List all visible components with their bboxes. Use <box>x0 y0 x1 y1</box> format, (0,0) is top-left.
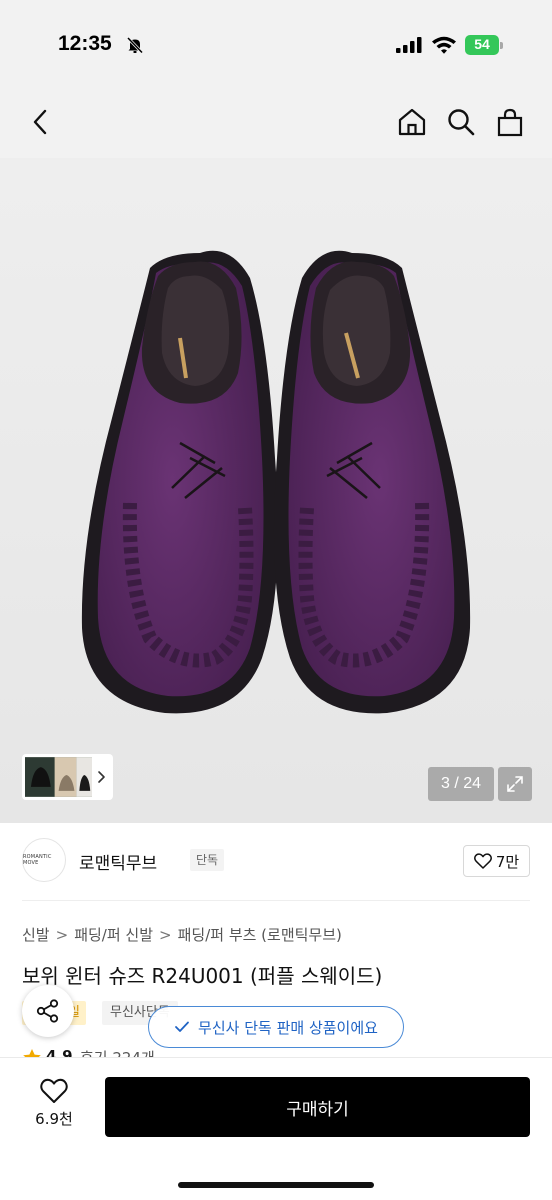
buy-button[interactable]: 구매하기 <box>105 1077 530 1137</box>
search-button[interactable] <box>443 104 479 140</box>
product-title: 보위 윈터 슈즈 R24U001 (퍼플 스웨이드) <box>22 964 383 988</box>
top-nav-bar <box>0 90 552 158</box>
chevron-left-icon <box>33 109 47 135</box>
check-icon <box>175 1021 189 1032</box>
cart-button[interactable] <box>492 104 528 140</box>
wifi-icon <box>432 36 456 54</box>
heart-icon <box>40 1078 68 1103</box>
brand-like-count: 7만 <box>495 852 520 871</box>
bottom-purchase-bar: 6.9천 구매하기 <box>0 1058 552 1200</box>
share-icon <box>36 999 59 1023</box>
thumbnail-strip[interactable] <box>22 754 113 800</box>
status-time: 12:35 <box>58 32 112 55</box>
home-icon <box>398 108 426 136</box>
breadcrumb-separator: > <box>159 926 172 944</box>
status-bar: 12:35 54 <box>0 0 552 90</box>
brand-logo-text: ROMANTIC MOVE <box>23 854 52 866</box>
brand-logo[interactable]: ROMANTIC MOVE <box>22 838 66 882</box>
breadcrumb-item[interactable]: 패딩/퍼 신발 <box>74 926 153 944</box>
favorite-count: 6.9천 <box>35 1110 73 1128</box>
home-button[interactable] <box>394 104 430 140</box>
like-brand-button[interactable]: 7만 <box>463 845 530 877</box>
battery-indicator: 54 <box>465 35 503 55</box>
home-indicator <box>178 1182 374 1188</box>
brand-name[interactable]: 로맨틱무브 <box>79 849 157 874</box>
shopping-bag-icon <box>497 108 523 137</box>
divider <box>22 900 530 901</box>
thumbnail-image[interactable] <box>25 757 93 797</box>
share-button[interactable] <box>22 985 74 1037</box>
brand-row: ROMANTIC MOVE 로맨틱무브 단독 7만 <box>22 836 530 886</box>
signal-icon <box>396 37 422 53</box>
expand-icon <box>507 776 523 792</box>
chevron-right-icon <box>98 771 105 783</box>
exclusive-toast: 무신사 단독 판매 상품이에요 <box>148 1006 404 1048</box>
breadcrumb-separator: > <box>55 926 69 944</box>
product-image-gallery[interactable]: 3 / 24 <box>0 158 552 823</box>
search-icon <box>448 109 475 136</box>
toast-message: 무신사 단독 판매 상품이에요 <box>198 1018 378 1037</box>
favorite-button[interactable]: 6.9천 <box>22 1078 86 1134</box>
breadcrumb-item[interactable]: 신발 <box>22 926 50 944</box>
heart-icon <box>473 853 492 869</box>
back-button[interactable] <box>22 104 58 140</box>
product-image[interactable] <box>0 158 552 823</box>
bell-off-icon <box>126 36 144 54</box>
thumbnail-next-button[interactable] <box>92 757 110 797</box>
exclusive-badge: 단독 <box>190 849 225 871</box>
breadcrumb-item[interactable]: 패딩/퍼 부츠 (로맨틱무브) <box>178 926 342 944</box>
expand-button[interactable] <box>498 767 532 801</box>
battery-level: 54 <box>474 36 490 52</box>
breadcrumb: 신발 > 패딩/퍼 신발 > 패딩/퍼 부츠 (로맨틱무브) <box>22 924 342 945</box>
image-counter: 3 / 24 <box>428 767 494 801</box>
